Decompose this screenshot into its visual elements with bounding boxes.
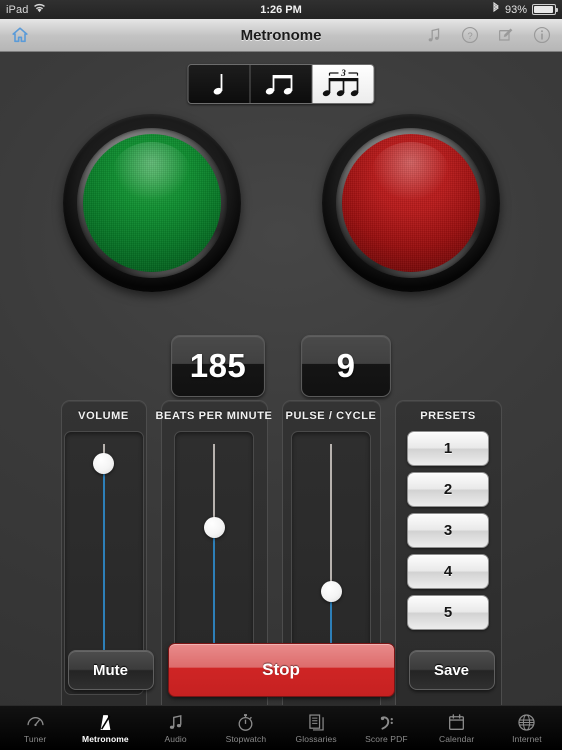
preset-button-2[interactable]: 2 <box>407 472 489 507</box>
tab-glossaries[interactable]: Glossaries <box>281 706 351 750</box>
preset-button-3[interactable]: 3 <box>407 513 489 548</box>
beat-indicators <box>0 114 562 292</box>
tab-tuner[interactable]: Tuner <box>0 706 70 750</box>
globe-icon <box>516 712 537 733</box>
svg-text:?: ? <box>467 31 472 42</box>
wifi-icon <box>33 3 46 16</box>
tab-label: Audio <box>164 734 187 744</box>
status-bar-left: iPad <box>6 3 46 16</box>
music-note-icon[interactable] <box>424 25 444 45</box>
tab-label: Calendar <box>438 734 475 744</box>
preset-button-1[interactable]: 1 <box>407 431 489 466</box>
tab-label: Stopwatch <box>225 734 267 744</box>
note-value-selector[interactable]: 3 <box>187 64 375 104</box>
led-lens-green <box>82 134 221 272</box>
device-name: iPad <box>6 3 29 16</box>
bass-clef-icon <box>376 712 397 733</box>
nav-bar: Metronome ? <box>0 19 562 52</box>
tab-stopwatch[interactable]: Stopwatch <box>211 706 281 750</box>
nav-bar-actions: ? <box>424 25 552 45</box>
status-bar-right: 93% <box>492 1 558 17</box>
status-bar-time: 1:26 PM <box>260 3 302 16</box>
bpm-track-upper <box>213 444 215 528</box>
help-question-icon[interactable]: ? <box>460 25 480 45</box>
led-bezel-ring <box>76 128 227 278</box>
info-icon[interactable] <box>532 25 552 45</box>
tab-bar: Tuner Metronome Audio Stopwatch Glossaries Sc… <box>0 705 562 750</box>
tab-label: Metronome <box>82 734 129 744</box>
presets-label: PRESETS <box>420 410 476 422</box>
metronome-app: iPad 1:26 PM 93% Metronome ? 3 185 9 VOL… <box>0 0 562 750</box>
tab-score-pdf[interactable]: Score PDF <box>351 706 421 750</box>
note-option-eighth-notes[interactable] <box>250 65 313 103</box>
pulse-display[interactable]: 9 <box>301 335 391 397</box>
mute-button[interactable]: Mute <box>67 650 154 690</box>
metronome-icon <box>95 712 116 733</box>
note-option-triplet[interactable]: 3 <box>312 65 374 103</box>
preset-button-list: 1 2 3 4 5 <box>396 431 501 638</box>
bluetooth-icon <box>492 1 500 17</box>
documents-icon <box>306 712 327 733</box>
status-bar: iPad 1:26 PM 93% <box>0 0 562 19</box>
pulse-label: PULSE / CYCLE <box>285 410 377 422</box>
bpm-slider-thumb[interactable] <box>203 516 225 538</box>
bpm-label: BEATS PER MINUTE <box>155 410 273 422</box>
tab-label: Tuner <box>23 734 47 744</box>
metronome-main: 3 185 9 VOLUME BEATS PER MINUTE PULSE / … <box>0 52 562 705</box>
tab-calendar[interactable]: Calendar <box>422 706 492 750</box>
compose-edit-icon[interactable] <box>496 25 516 45</box>
tab-label: Internet <box>512 734 542 744</box>
music-note-icon <box>165 712 186 733</box>
note-option-quarter-note[interactable] <box>188 65 251 103</box>
tab-label: Score PDF <box>365 734 408 744</box>
preset-button-5[interactable]: 5 <box>407 595 489 630</box>
tab-label: Glossaries <box>295 734 337 744</box>
home-icon[interactable] <box>10 25 30 45</box>
beat-led-red[interactable] <box>321 114 500 292</box>
battery-icon <box>532 4 558 15</box>
tab-internet[interactable]: Internet <box>492 706 562 750</box>
gauge-icon <box>25 712 46 733</box>
tab-metronome[interactable]: Metronome <box>70 706 140 750</box>
stopwatch-icon <box>235 712 256 733</box>
beat-led-green[interactable] <box>62 114 241 292</box>
preset-button-4[interactable]: 4 <box>407 554 489 589</box>
bpm-display[interactable]: 185 <box>171 335 265 397</box>
pulse-track-upper <box>330 444 332 592</box>
led-lens-red <box>341 134 480 272</box>
pulse-slider-thumb[interactable] <box>320 581 342 603</box>
action-buttons: Mute Stop Save <box>0 643 562 697</box>
battery-percent: 93% <box>504 3 527 16</box>
numeric-displays: 185 9 <box>0 335 562 397</box>
volume-slider-thumb[interactable] <box>93 452 114 474</box>
stop-button[interactable]: Stop <box>167 643 395 697</box>
volume-label: VOLUME <box>78 410 129 422</box>
save-button[interactable]: Save <box>408 650 495 690</box>
tab-audio[interactable]: Audio <box>141 706 211 750</box>
calendar-icon <box>446 712 467 733</box>
svg-text:3: 3 <box>340 68 346 78</box>
led-bezel-ring <box>335 128 486 278</box>
